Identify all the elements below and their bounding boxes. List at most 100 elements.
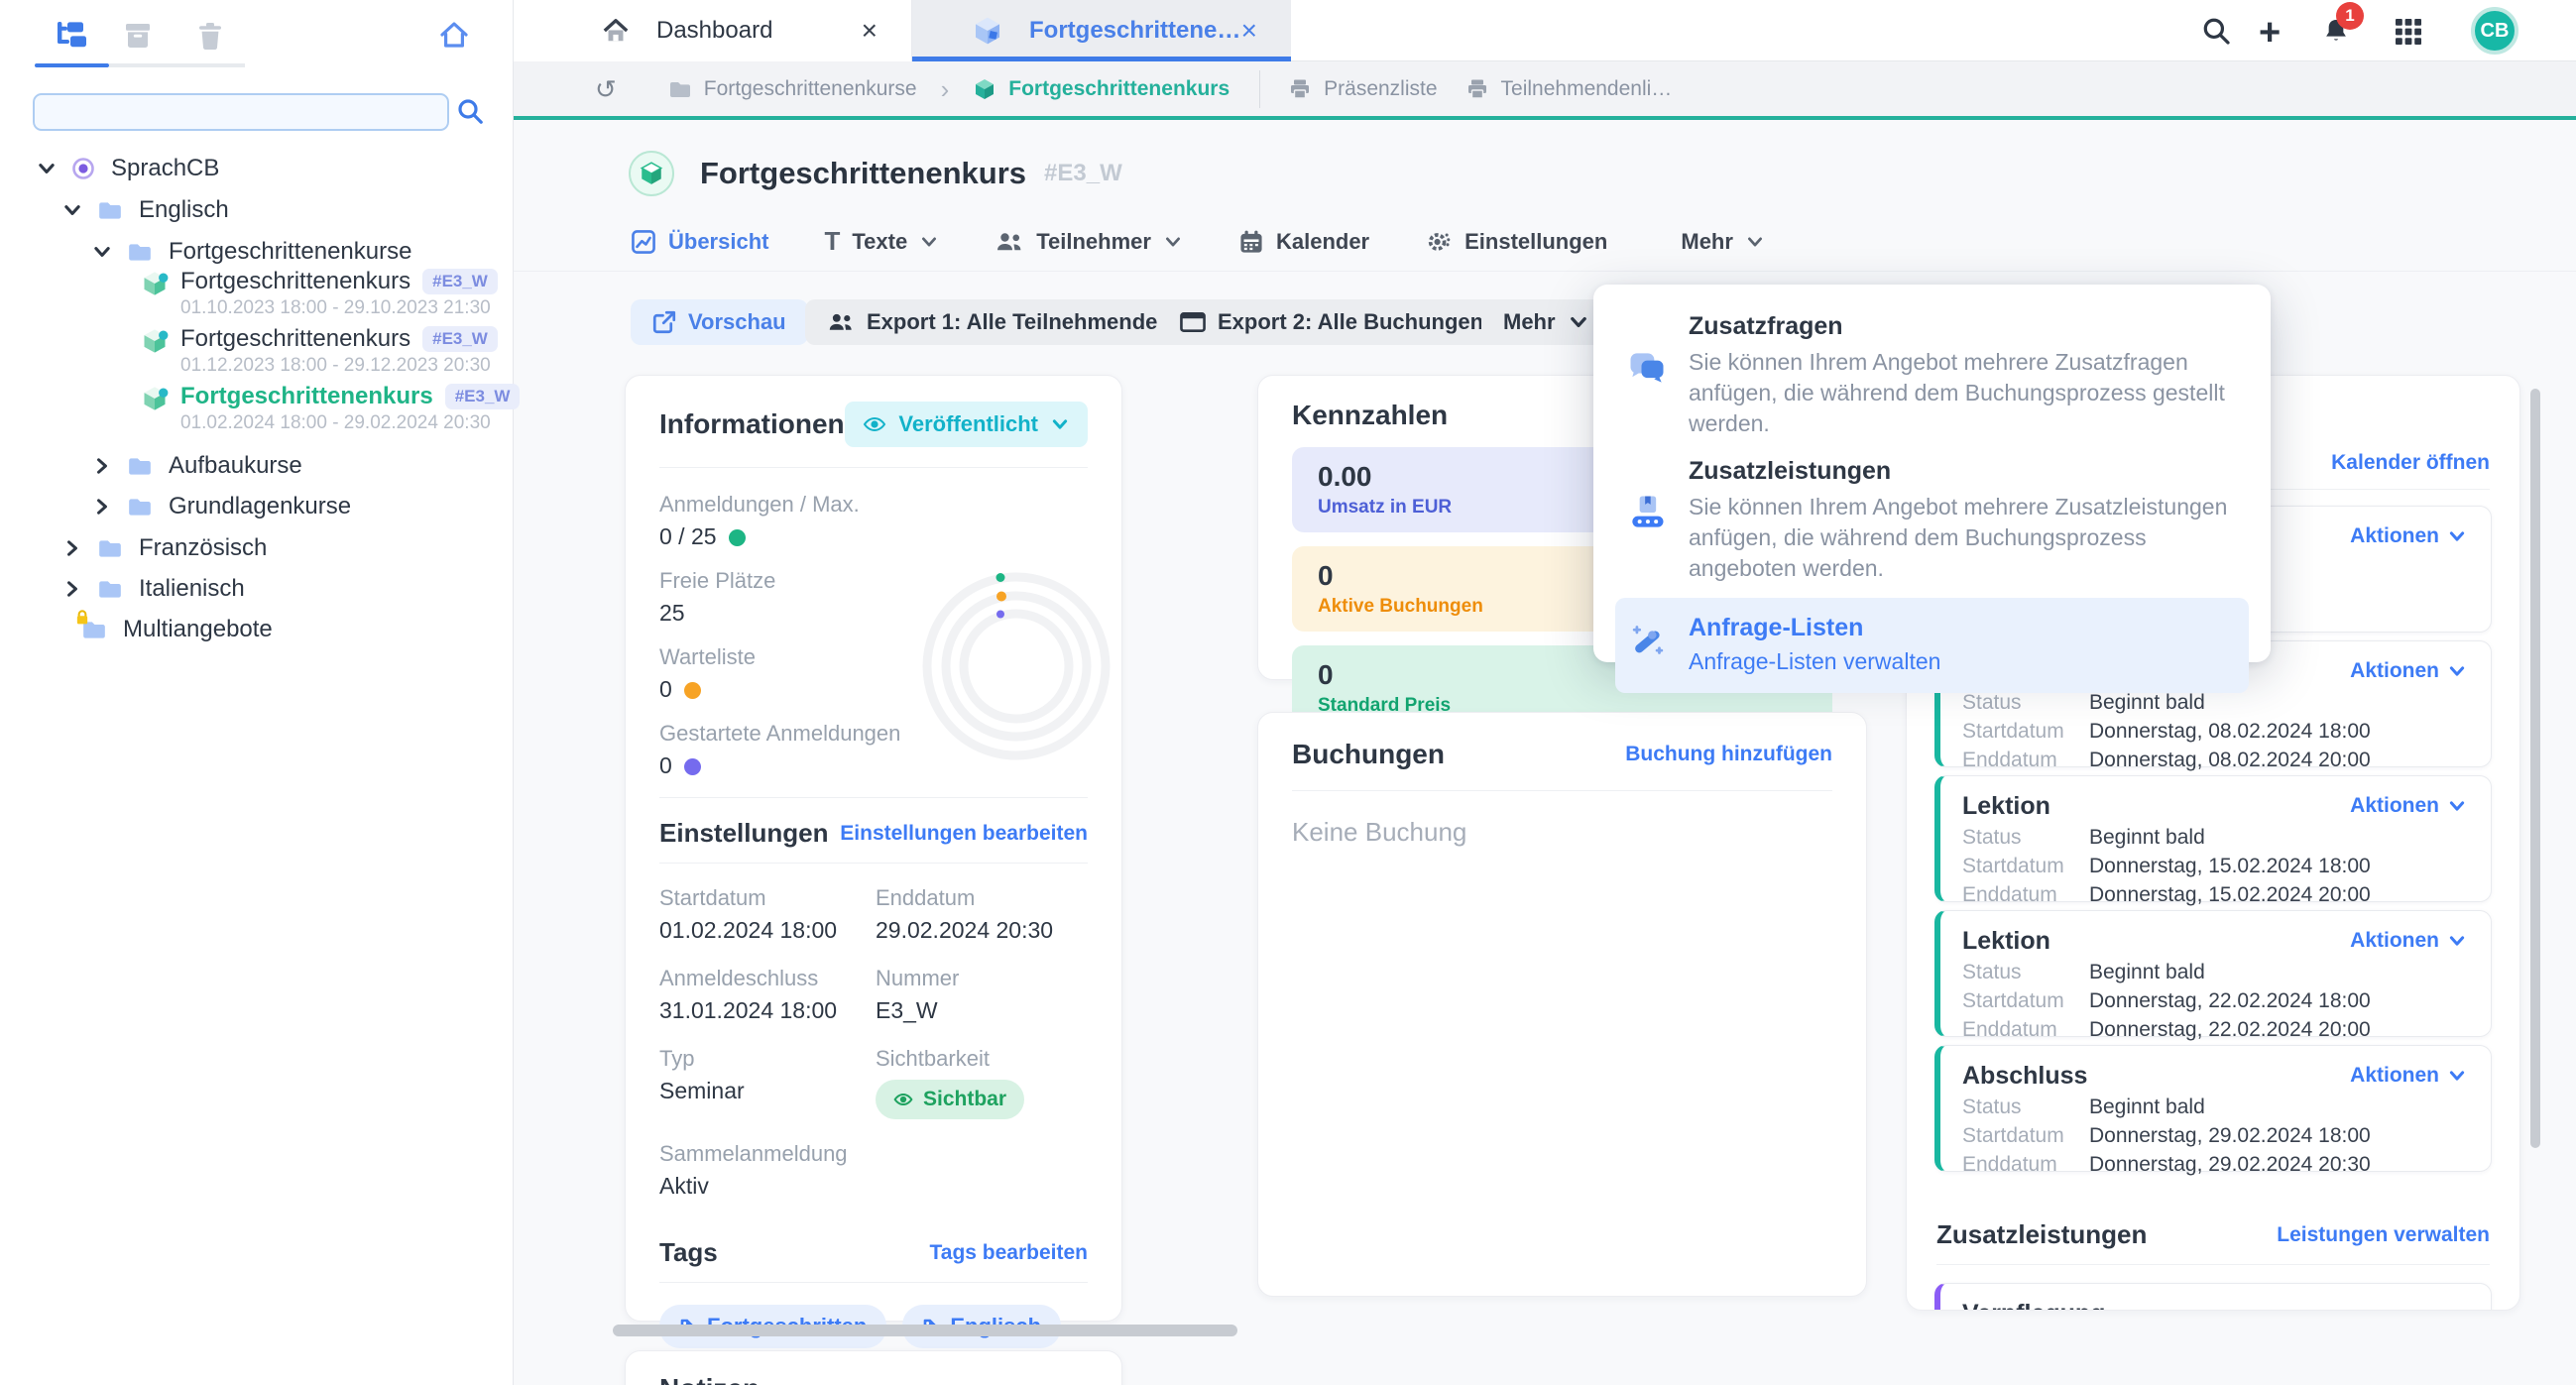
nav-tab-uebersicht[interactable]: Übersicht <box>631 229 768 255</box>
open-calendar-link[interactable]: Kalender öffnen <box>2331 451 2490 475</box>
chevron-right-icon[interactable] <box>61 578 83 600</box>
breadcrumb-print-presence[interactable]: Präsenzliste <box>1324 77 1437 101</box>
search-input[interactable] <box>33 93 449 131</box>
folder-icon <box>97 537 123 559</box>
nav-tab-teilnehmer[interactable]: Teilnehmer <box>995 229 1183 255</box>
chevron-down-icon[interactable] <box>91 241 113 263</box>
edit-tags-link[interactable]: Tags bearbeiten <box>930 1241 1089 1265</box>
folder-icon <box>97 578 123 600</box>
nav-tab-texte[interactable]: T Texte <box>824 226 939 257</box>
nav-tab-kalender[interactable]: Kalender <box>1238 229 1369 255</box>
nav-tab-mehr[interactable]: Mehr <box>1681 229 1765 255</box>
chevron-down-icon <box>2447 661 2467 681</box>
tree-item-englisch[interactable]: Englisch <box>61 190 229 230</box>
horizontal-scrollbar[interactable] <box>613 1325 1237 1336</box>
status-button[interactable]: Veröffentlicht <box>845 402 1088 447</box>
tab-close-icon[interactable]: × <box>1241 17 1257 45</box>
tree-item-grundlagenkurse[interactable]: Grundlagenkurse <box>91 487 351 526</box>
chevron-right-icon[interactable] <box>91 496 113 518</box>
chevron-down-icon <box>1163 232 1183 252</box>
field-sichtbarkeit: Sichtbarkeit Sichtbar <box>876 1046 1088 1119</box>
menu-item-desc: Sie können Ihrem Angebot mehrere Zusatzf… <box>1689 347 2239 439</box>
tree-item-label: SprachCB <box>111 155 219 182</box>
window-icon <box>1180 311 1206 333</box>
edit-einstellungen-link[interactable]: Einstellungen bearbeiten <box>840 822 1088 846</box>
tree-item-fortgeschrittenenkurse[interactable]: Fortgeschrittenenkurse <box>91 232 411 272</box>
tree-item-sprachcb[interactable]: SprachCB <box>36 149 219 188</box>
section-title: Einstellungen <box>659 818 828 849</box>
tree-view-icon[interactable] <box>54 20 87 50</box>
tree-item-label: Aufbaukurse <box>169 452 302 480</box>
aktionen-link[interactable]: Aktionen <box>2350 794 2467 818</box>
page-cube-badge <box>629 151 674 196</box>
export2-label: Export 2: Alle Buchungen <box>1218 309 1483 335</box>
breadcrumb-chevron-icon: › <box>941 76 950 102</box>
tab-course-active[interactable]: Fortgeschrittene… × <box>912 0 1291 61</box>
apps-grid-icon[interactable] <box>2394 17 2423 47</box>
course-cube-icon <box>141 385 169 412</box>
archive-icon[interactable] <box>123 22 153 50</box>
tree-item-multiangebote[interactable]: Multiangebote <box>81 610 273 649</box>
informationen-card: Informationen Veröffentlicht Anmeldungen… <box>625 375 1122 1322</box>
menu-item-subtitle: Anfrage-Listen verwalten <box>1689 646 1940 677</box>
browser-tab-bar: Dashboard × Fortgeschrittene… × + 1 CB <box>514 0 2576 61</box>
page-title: Fortgeschrittenenkurs <box>700 156 1026 191</box>
empty-buchungen-text: Keine Buchung <box>1258 791 1866 873</box>
einstellungen-fields: Startdatum 01.02.2024 18:00 Enddatum 29.… <box>626 864 1121 1221</box>
aktionen-link[interactable]: Aktionen <box>2350 1064 2467 1088</box>
sichtbar-badge: Sichtbar <box>876 1080 1024 1119</box>
lektion-card[interactable]: Lektion Aktionen StatusBeginnt bald Star… <box>1934 775 2492 902</box>
aktionen-link[interactable]: Aktionen <box>2350 659 2467 683</box>
chart-icon <box>631 229 656 255</box>
manage-leistungen-link[interactable]: Leistungen verwalten <box>2277 1223 2490 1247</box>
stat-label: Anmeldungen / Max. <box>659 492 1088 518</box>
home-icon[interactable] <box>438 20 470 50</box>
breadcrumb-print-participants[interactable]: Teilnehmendenli… <box>1501 77 1673 101</box>
avatar[interactable]: CB <box>2471 7 2518 55</box>
chevron-down-icon <box>2447 796 2467 816</box>
vorschau-button[interactable]: Vorschau <box>631 299 808 345</box>
abschluss-card[interactable]: Abschluss Aktionen StatusBeginnt bald St… <box>1934 1045 2492 1172</box>
chevron-right-icon[interactable] <box>61 537 83 559</box>
chevron-right-icon[interactable] <box>91 455 113 477</box>
menu-item-anfrage-listen[interactable]: Anfrage-Listen Anfrage-Listen verwalten <box>1615 598 2249 693</box>
lektion-card[interactable]: Lektion Aktionen StatusBeginnt bald Star… <box>1934 910 2492 1037</box>
add-icon[interactable]: + <box>2259 14 2281 52</box>
global-search-icon[interactable] <box>2201 16 2231 46</box>
nav-tab-einstellungen[interactable]: Einstellungen <box>1425 228 1607 256</box>
chevron-down-icon <box>2447 526 2467 546</box>
tree-item-label: Fortgeschrittenenkurs <box>180 268 410 295</box>
aktionen-link[interactable]: Aktionen <box>2350 929 2467 953</box>
tree-item-franzoesisch[interactable]: Französisch <box>61 528 267 568</box>
add-buchung-link[interactable]: Buchung hinzufügen <box>1625 743 1832 766</box>
aktionen-link[interactable]: Aktionen <box>2350 524 2467 548</box>
tree-item-course-1[interactable]: Fortgeschrittenenkurs#E3_W 01.10.2023 18… <box>141 268 498 323</box>
vertical-scrollbar[interactable] <box>2530 389 2540 1148</box>
tree-item-aufbaukurse[interactable]: Aufbaukurse <box>91 446 302 486</box>
tab-dashboard[interactable]: Dashboard × <box>514 0 912 61</box>
breadcrumb-item-parent[interactable]: Fortgeschrittenenkurse <box>704 77 917 101</box>
field-anmeldeschluss: Anmeldeschluss 31.01.2024 18:00 <box>659 966 876 1024</box>
tags-section-head: Tags Tags bearbeiten <box>626 1221 1121 1282</box>
course-cube-icon <box>141 270 169 297</box>
export1-button[interactable]: Export 1: Alle Teilnehmende <box>805 299 1213 345</box>
breadcrumb-item-current[interactable]: Fortgeschrittenenkurs <box>1008 77 1229 101</box>
history-back-icon[interactable]: ↺ <box>595 76 617 102</box>
external-link-icon <box>652 310 676 334</box>
tab-label: Fortgeschrittene… <box>1029 17 1240 45</box>
search-icon[interactable] <box>456 97 484 125</box>
field-enddatum: Enddatum 29.02.2024 20:30 <box>876 885 1088 944</box>
chevron-down-icon[interactable] <box>61 199 83 221</box>
verpflegung-card[interactable]: Verpflegung <box>1934 1283 2492 1311</box>
tree-item-course-2[interactable]: Fortgeschrittenenkurs#E3_W 01.12.2023 18… <box>141 325 498 381</box>
tree-item-course-3-selected[interactable]: Fortgeschrittenenkurs#E3_W 01.02.2024 18… <box>141 383 520 438</box>
trash-icon[interactable] <box>196 21 224 51</box>
tree-item-italienisch[interactable]: Italienisch <box>61 569 245 609</box>
menu-item-zusatzfragen[interactable]: Zusatzfragen Sie können Ihrem Angebot me… <box>1615 308 2249 453</box>
chevron-down-icon[interactable] <box>36 158 58 179</box>
menu-item-zusatzleistungen[interactable]: Zusatzleistungen Sie können Ihrem Angebo… <box>1615 453 2249 598</box>
course-badge: #E3_W <box>422 326 498 352</box>
folder-icon <box>97 199 123 221</box>
course-dates: 01.10.2023 18:00 - 29.10.2023 21:30 <box>180 297 498 319</box>
tab-close-icon[interactable]: × <box>862 17 878 45</box>
